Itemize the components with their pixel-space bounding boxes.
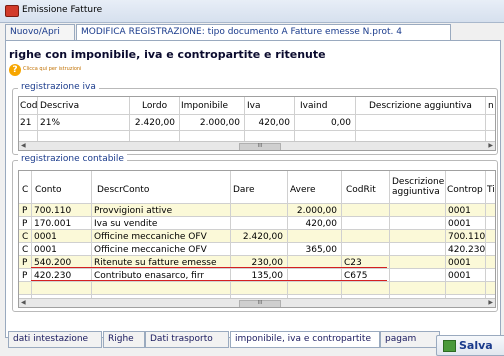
iva-col-iva: Iva bbox=[247, 101, 261, 111]
iva-col-cod: Cod bbox=[20, 101, 38, 111]
contabile-col-conto: Conto bbox=[35, 185, 62, 195]
iva-col-descrizione-aggiuntiva: Descrizione aggiuntiva bbox=[369, 101, 472, 111]
table-row-controp[interactable]: 420.230 bbox=[448, 245, 485, 255]
iva-col-ivaind: Ivaind bbox=[300, 101, 328, 111]
contabile-col-dare: Dare bbox=[233, 185, 255, 195]
tab-modifica-registrazione[interactable]: MODIFICA REGISTRAZIONE: tipo documento A… bbox=[76, 24, 451, 41]
table-row-controp[interactable]: 0001 bbox=[448, 219, 471, 229]
table-row-avere[interactable]: 365,00 bbox=[287, 245, 338, 255]
tab-pagamenti[interactable]: pagam bbox=[380, 331, 440, 348]
table-row-avere[interactable]: 2.000,00 bbox=[287, 206, 337, 216]
contabile-col-codrit: CodRit bbox=[346, 185, 376, 195]
tab-nuovo-apri[interactable]: Nuovo/Apri bbox=[5, 24, 75, 40]
table-row-descr[interactable]: Officine meccaniche OFV bbox=[94, 245, 207, 255]
window-title: Emissione Fatture bbox=[22, 5, 103, 15]
table-row-controp[interactable]: 0001 bbox=[448, 206, 471, 216]
iva-cell-iva[interactable]: 420,00 bbox=[244, 118, 291, 128]
table-row-c[interactable]: P bbox=[22, 219, 27, 229]
annotation-underline bbox=[31, 280, 387, 281]
help-icon[interactable]: ? bbox=[9, 64, 21, 76]
annotation-underline bbox=[31, 267, 387, 268]
table-row-c[interactable]: C bbox=[22, 245, 28, 255]
table-row-c[interactable]: P bbox=[22, 271, 27, 281]
table-row-conto[interactable]: 700.110 bbox=[34, 206, 71, 216]
table-row-avere[interactable]: 420,00 bbox=[287, 219, 338, 229]
table-row-controp[interactable]: 700.110 bbox=[448, 232, 485, 242]
iva-col-descriva: Descriva bbox=[40, 101, 80, 111]
table-row-c[interactable]: P bbox=[22, 258, 27, 268]
page-title: righe con imponibile, iva e contropartit… bbox=[9, 48, 326, 61]
window-titlebar: Emissione Fatture bbox=[0, 0, 504, 23]
contabile-horizontal-scrollbar[interactable]: ◀ III ▶ bbox=[19, 298, 495, 307]
contabile-col-avere: Avere bbox=[290, 185, 316, 195]
table-row-descr[interactable]: Officine meccaniche OFV bbox=[94, 232, 207, 242]
save-button[interactable]: Salva bbox=[436, 335, 504, 356]
help-link[interactable]: Clicca qui per istruzioni bbox=[23, 66, 81, 72]
iva-col-n: n bbox=[488, 101, 494, 111]
iva-cell-cod[interactable]: 21 bbox=[20, 118, 31, 128]
iva-scroll-thumb[interactable]: III bbox=[239, 143, 281, 150]
table-row-controp[interactable]: 0001 bbox=[448, 271, 471, 281]
contabile-scroll-thumb[interactable]: III bbox=[239, 300, 281, 307]
iva-grid[interactable]: Cod Descriva Lordo Imponibile Iva Ivaind… bbox=[18, 96, 496, 151]
iva-cell-imponibile[interactable]: 2.000,00 bbox=[179, 118, 240, 128]
save-icon bbox=[443, 340, 456, 352]
iva-horizontal-scrollbar[interactable]: ◀ III ▶ bbox=[19, 141, 495, 150]
contabile-col-controp: Controp bbox=[447, 185, 483, 195]
contabile-col-descrconto: DescrConto bbox=[97, 185, 150, 195]
table-row-conto[interactable]: 0001 bbox=[34, 245, 57, 255]
table-row-descr[interactable]: Iva su vendite bbox=[94, 219, 157, 229]
scroll-left-icon[interactable]: ◀ bbox=[21, 142, 26, 149]
scroll-right-icon[interactable]: ▶ bbox=[488, 299, 493, 306]
iva-cell-descriva[interactable]: 21% bbox=[40, 118, 60, 128]
contabile-legend: registrazione contabile bbox=[18, 154, 127, 164]
table-row-descr[interactable]: Provvigioni attive bbox=[94, 206, 172, 216]
contabile-col-c: C bbox=[22, 185, 29, 195]
iva-col-imponibile: Imponibile bbox=[181, 101, 229, 111]
tab-dati-trasporto[interactable]: Dati trasporto bbox=[145, 331, 229, 348]
table-row-c[interactable]: P bbox=[22, 206, 27, 216]
iva-cell-ivaind[interactable]: 0,00 bbox=[294, 118, 351, 128]
save-button-label: Salva bbox=[459, 339, 493, 352]
table-row-c[interactable]: C bbox=[22, 232, 28, 242]
contabile-col-descrizione-aggiuntiva: Descrizione aggiuntiva bbox=[392, 177, 445, 197]
app-icon bbox=[5, 5, 19, 17]
tab-dati-intestazione[interactable]: dati intestazione bbox=[8, 331, 102, 348]
table-row-conto[interactable]: 0001 bbox=[34, 232, 57, 242]
iva-col-lordo: Lordo bbox=[142, 101, 168, 111]
scroll-left-icon[interactable]: ◀ bbox=[21, 299, 26, 306]
iva-legend: registrazione iva bbox=[18, 82, 99, 92]
table-row-dare[interactable]: 2.420,00 bbox=[230, 232, 283, 242]
iva-cell-lordo[interactable]: 2.420,00 bbox=[129, 118, 175, 128]
table-row-controp[interactable]: 0001 bbox=[448, 258, 471, 268]
table-row-conto[interactable]: 170.001 bbox=[34, 219, 71, 229]
tab-imponibile-iva-contropartite[interactable]: imponibile, iva e contropartite bbox=[230, 331, 380, 348]
scroll-right-icon[interactable]: ▶ bbox=[488, 142, 493, 149]
contabile-col-ti: Ti bbox=[487, 185, 495, 195]
contabile-grid[interactable]: C Conto DescrConto Dare Avere CodRit Des… bbox=[18, 170, 496, 308]
tab-righe[interactable]: Righe bbox=[103, 331, 145, 348]
